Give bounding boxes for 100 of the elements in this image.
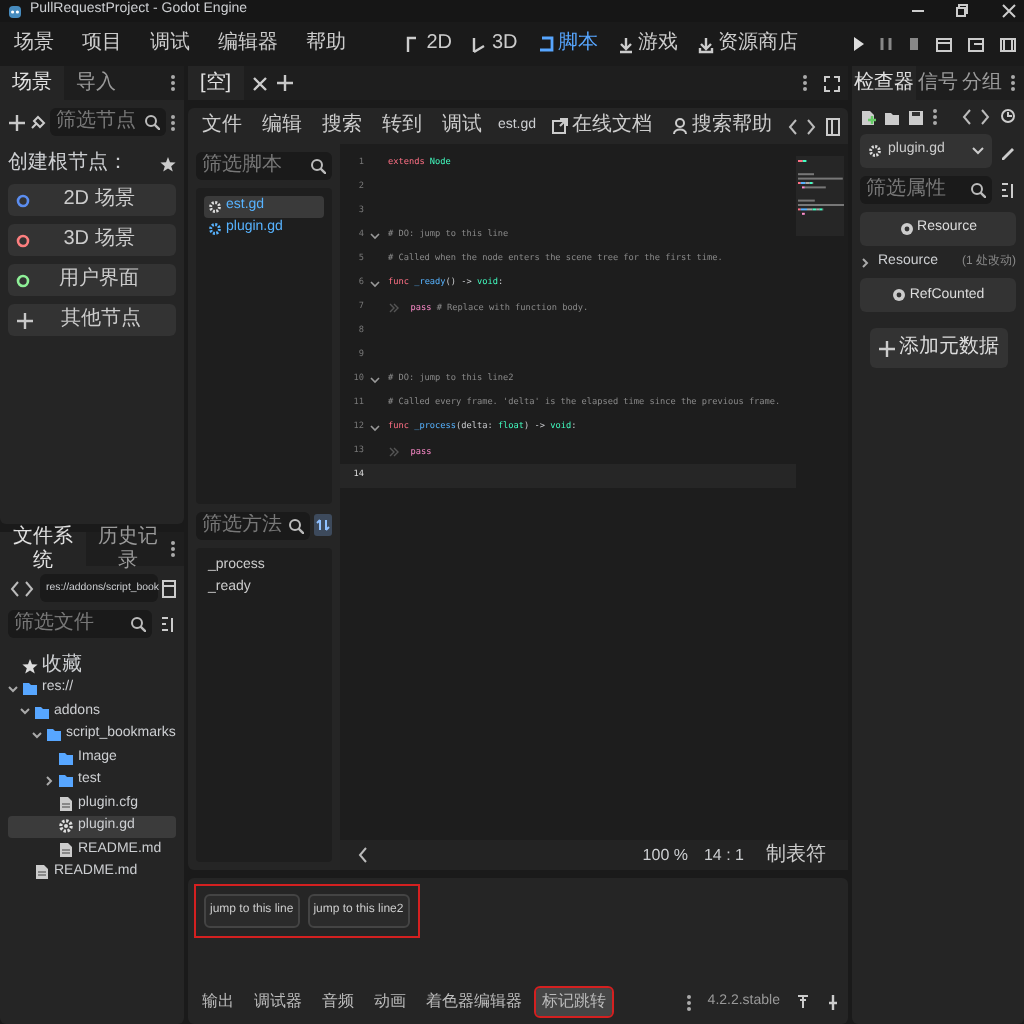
more-icon[interactable]: [170, 74, 176, 92]
more-icon[interactable]: [802, 74, 808, 92]
root-node-option[interactable]: 用户界面: [8, 264, 176, 296]
menu-item[interactable]: 文件: [196, 114, 248, 138]
sort-icon[interactable]: [160, 615, 176, 633]
pin-icon[interactable]: [826, 994, 840, 1011]
tab-indent-icon: [388, 445, 400, 458]
new-resource-icon[interactable]: [860, 109, 876, 125]
close-icon[interactable]: [1002, 4, 1016, 18]
sort-icon[interactable]: [314, 514, 332, 536]
script-edit-icon[interactable]: [1000, 143, 1016, 159]
search-icon[interactable]: [310, 158, 326, 174]
dock-tab[interactable]: 检查器: [852, 66, 916, 100]
app-logo-icon: [8, 3, 22, 19]
menu-item[interactable]: 调试: [436, 114, 488, 138]
more-icon[interactable]: [685, 993, 692, 1012]
menu-item[interactable]: 调试: [144, 32, 196, 56]
filter-field[interactable]: 筛选属性: [860, 176, 992, 204]
filter-field[interactable]: 筛选节点: [50, 108, 166, 136]
search-icon[interactable]: [288, 517, 304, 533]
dock-tab[interactable]: 分组: [960, 66, 1004, 100]
pause-icon[interactable]: [880, 36, 892, 52]
add-metadata-button[interactable]: 添加元数据: [869, 328, 1007, 369]
more-icon[interactable]: [170, 113, 176, 131]
menu-item[interactable]: 项目: [76, 32, 128, 56]
back-icon[interactable]: [8, 579, 20, 597]
node-icon: [16, 193, 30, 207]
more-icon[interactable]: [932, 108, 938, 126]
zoom-level: 100 %: [642, 845, 688, 865]
minimize-icon[interactable]: [912, 4, 924, 18]
pin-icon[interactable]: [796, 994, 810, 1011]
dock-tab[interactable]: 信号: [916, 66, 960, 100]
help-link[interactable]: 搜索帮助: [665, 114, 778, 138]
more-icon[interactable]: [1010, 74, 1016, 92]
window-icon[interactable]: [968, 36, 984, 52]
class-icon: [899, 222, 914, 236]
back-icon[interactable]: [785, 117, 798, 135]
menu-item[interactable]: 编辑器: [212, 32, 284, 56]
menu-item[interactable]: 搜索: [316, 114, 368, 138]
add-icon[interactable]: [275, 74, 294, 92]
workspace-tab[interactable]: 3D: [466, 32, 524, 56]
menu-item[interactable]: 转到: [376, 114, 428, 138]
back-icon[interactable]: [960, 108, 972, 126]
open-folder-icon[interactable]: [884, 109, 900, 125]
restore-icon[interactable]: [956, 4, 970, 18]
panel-tab[interactable]: 调试器: [248, 988, 308, 1016]
menu-item[interactable]: 帮助: [300, 32, 352, 56]
forward-icon[interactable]: [805, 117, 818, 135]
indent-mode-button[interactable]: 制表符: [760, 843, 832, 867]
workspace-tab[interactable]: 资源商店: [691, 32, 804, 56]
filter-field[interactable]: 筛选脚本: [196, 152, 332, 180]
panel-icon[interactable]: [825, 117, 840, 135]
file-tree-item[interactable]: 收藏: [8, 654, 176, 677]
add-icon[interactable]: [16, 311, 34, 329]
node-icon: [16, 273, 30, 287]
more-icon[interactable]: [170, 540, 176, 558]
split-view-icon[interactable]: [162, 579, 176, 597]
fullscreen-icon[interactable]: [824, 75, 840, 91]
add-icon[interactable]: [8, 113, 26, 131]
search-icon[interactable]: [130, 616, 146, 632]
external-link-icon: [551, 118, 568, 134]
minimap-drawing[interactable]: [796, 156, 844, 236]
stop-icon[interactable]: [908, 36, 920, 52]
help-link[interactable]: 在线文档: [545, 114, 658, 138]
file-icon: [58, 841, 74, 858]
menu-item[interactable]: 场景: [8, 32, 60, 56]
root-node-option[interactable]: 其他节点: [8, 304, 176, 336]
viewport-3d-icon: [472, 35, 488, 53]
search-icon[interactable]: [970, 182, 986, 198]
panel-tab[interactable]: 着色器编辑器: [420, 988, 528, 1016]
panel-tab[interactable]: 标记跳转: [536, 988, 612, 1016]
menu-item[interactable]: 编辑: [256, 114, 308, 138]
forward-icon[interactable]: [24, 579, 36, 597]
workspace-tab[interactable]: 2D: [400, 32, 458, 56]
tab-indent-icon: [388, 301, 400, 314]
back-icon[interactable]: [356, 846, 368, 864]
film-icon[interactable]: [1000, 36, 1016, 52]
download-icon: [617, 35, 634, 53]
gear-icon: [868, 144, 882, 158]
favorite-icon[interactable]: [160, 156, 176, 172]
dock-tab[interactable]: 导入: [64, 66, 128, 100]
sort-icon[interactable]: [1000, 181, 1016, 199]
root-node-option[interactable]: 2D 场景: [8, 184, 176, 216]
dock-tab[interactable]: 场景: [0, 66, 64, 100]
forward-icon[interactable]: [980, 108, 992, 126]
panel-tab[interactable]: 音频: [316, 988, 360, 1016]
play-icon[interactable]: [852, 36, 864, 52]
save-icon[interactable]: [908, 109, 924, 125]
window-icon[interactable]: [936, 36, 952, 52]
panel-tab[interactable]: 输出: [196, 988, 240, 1016]
search-icon[interactable]: [144, 114, 160, 130]
panel-tab[interactable]: 动画: [368, 988, 412, 1016]
document-tab[interactable]: [空]: [188, 66, 244, 100]
workspace-tab[interactable]: 游戏: [611, 32, 684, 56]
workspace-tab[interactable]: 脚本: [531, 32, 604, 56]
add-icon: [877, 339, 895, 358]
history-icon[interactable]: [1000, 108, 1016, 124]
root-node-option[interactable]: 3D 场景: [8, 224, 176, 256]
close-icon[interactable]: [251, 75, 268, 91]
script-icon: [537, 35, 554, 53]
